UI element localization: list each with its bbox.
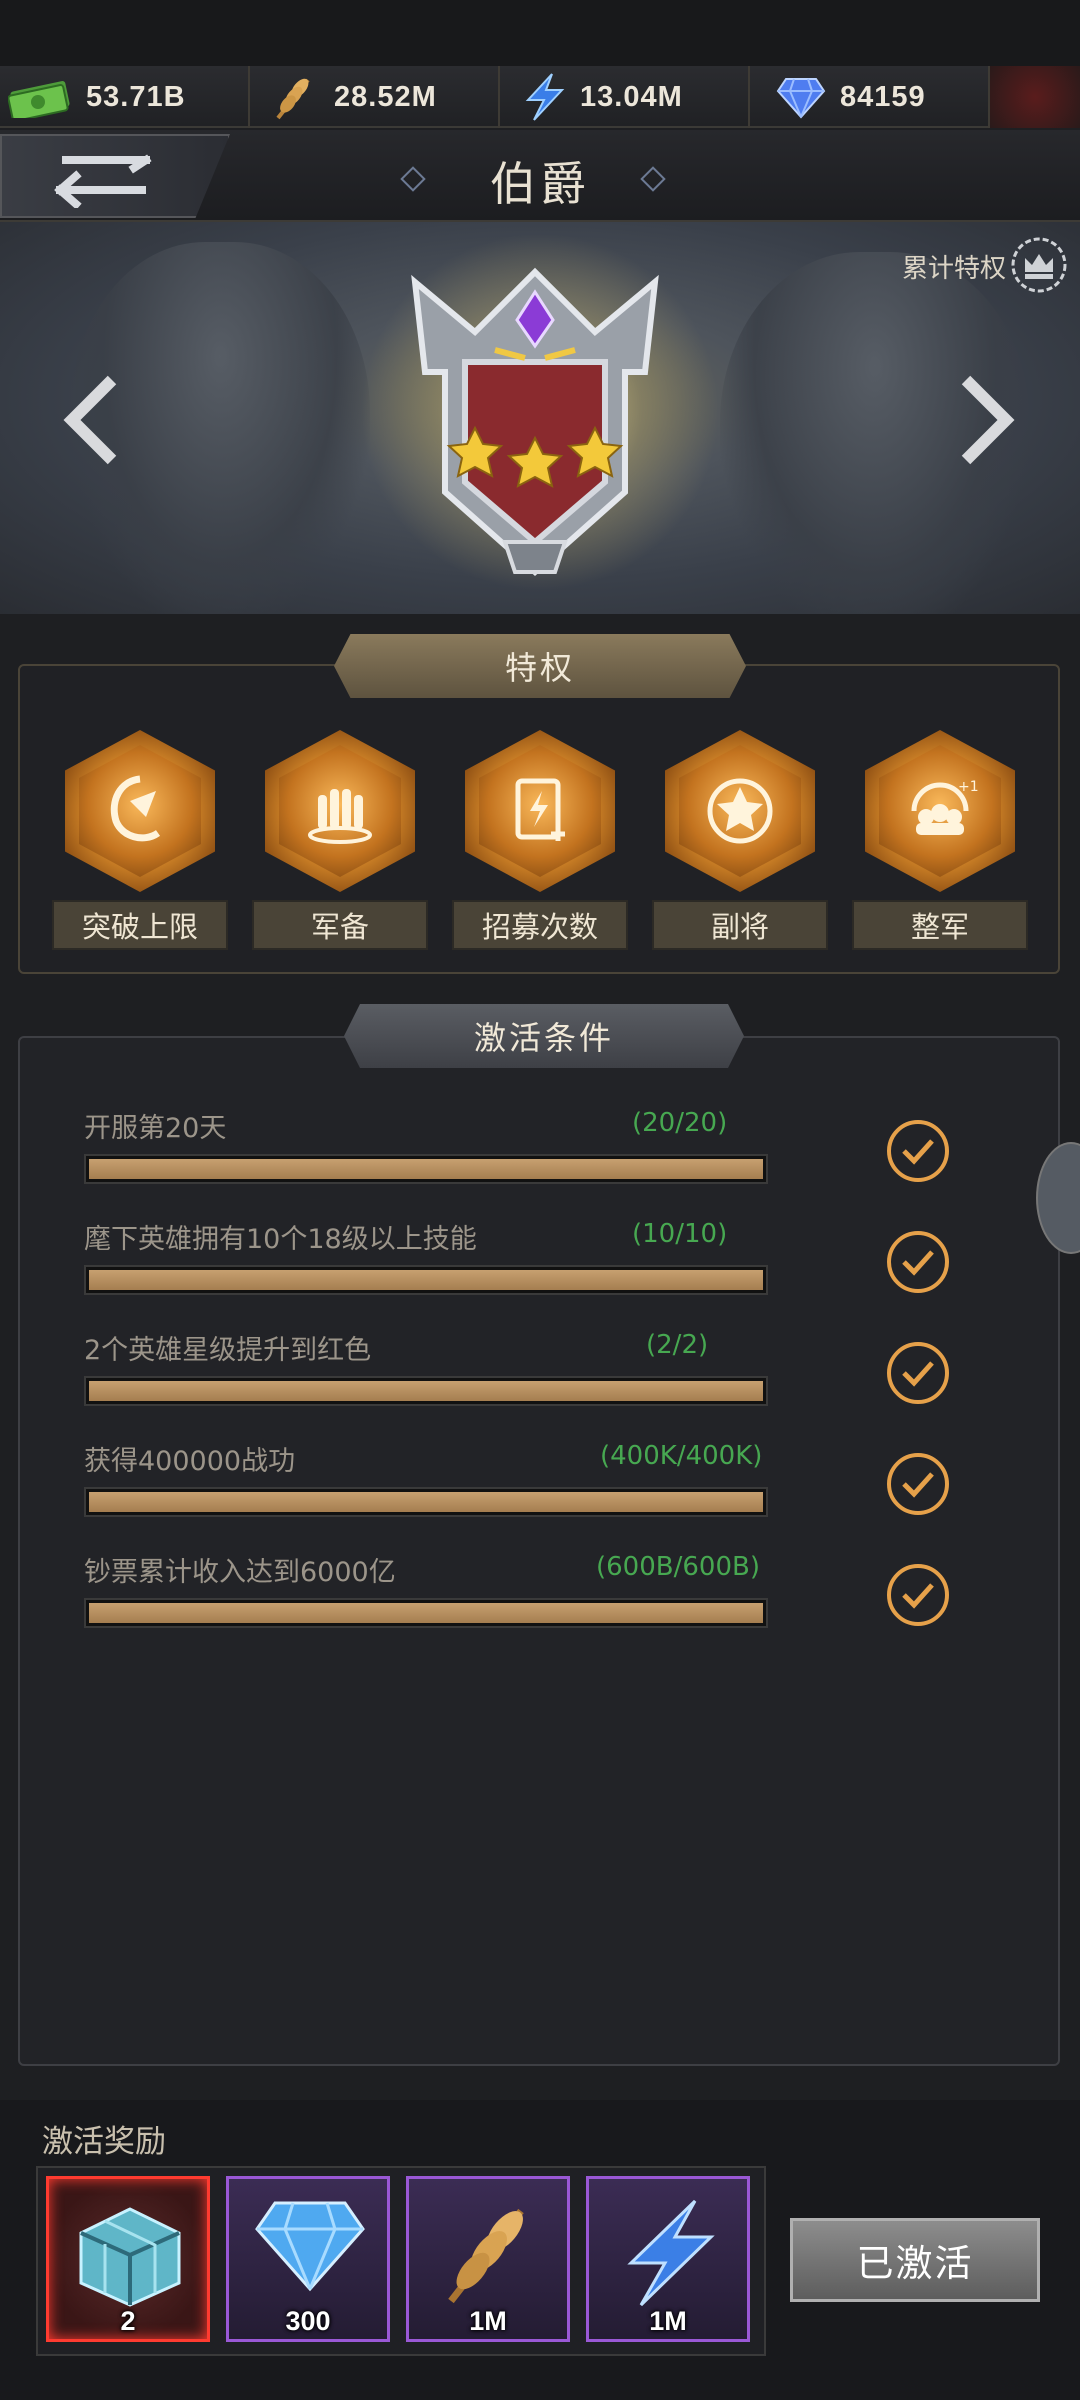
back-button[interactable] xyxy=(0,134,230,218)
reward-qty: 2 xyxy=(120,2306,136,2336)
star-emblem-icon xyxy=(679,745,801,877)
condition-progress-bar xyxy=(84,1487,768,1517)
rank-badge-icon xyxy=(355,242,715,606)
privilege-label: 副将 xyxy=(652,900,828,950)
reward-qty: 1M xyxy=(469,2306,507,2336)
resource-diamond[interactable]: 84159 xyxy=(750,66,990,128)
condition-progress: (400K/400K) xyxy=(600,1441,763,1471)
privilege-item-armament[interactable]: 军备 xyxy=(252,730,428,950)
status-strip xyxy=(0,0,1080,66)
diamond-icon xyxy=(776,75,826,119)
condition-progress-fill xyxy=(89,1492,763,1512)
condition-progress-fill xyxy=(89,1381,763,1401)
lightning-icon xyxy=(522,72,566,122)
condition-progress: (10/10) xyxy=(632,1219,728,1249)
resource-cash[interactable]: 53.71B xyxy=(0,66,250,128)
condition-progress-fill xyxy=(89,1603,763,1623)
check-icon xyxy=(887,1342,949,1404)
next-rank-arrow-icon[interactable] xyxy=(958,370,1018,470)
condition-progress-bar xyxy=(84,1265,768,1295)
resource-energy[interactable]: 13.04M xyxy=(500,66,750,128)
privilege-item-deputy[interactable]: 副将 xyxy=(652,730,828,950)
activated-button-label: 已激活 xyxy=(856,2242,974,2285)
privilege-label: 整军 xyxy=(852,900,1028,950)
armament-icon xyxy=(279,745,401,877)
privilege-label: 招募次数 xyxy=(452,900,628,950)
resource-food[interactable]: 28.52M xyxy=(250,66,500,128)
prev-rank-arrow-icon[interactable] xyxy=(60,370,120,470)
resource-bar: 53.71B 28.52M 13.04M 84159 xyxy=(0,66,1080,128)
back-arrow-icon xyxy=(46,148,156,212)
privilege-item-recruit[interactable]: 招募次数 xyxy=(452,730,628,950)
resource-extra[interactable] xyxy=(990,66,1080,128)
condition-progress: (600B/600B) xyxy=(596,1552,760,1582)
condition-progress-bar xyxy=(84,1376,768,1406)
recruit-card-icon xyxy=(479,745,601,877)
cumulative-privilege-label[interactable]: 累计特权 xyxy=(902,248,1006,285)
condition-progress-bar xyxy=(84,1598,768,1628)
condition-row: 麾下英雄拥有10个18级以上技能 (10/10) xyxy=(84,1217,784,1295)
privilege-item-breakthrough[interactable]: 突破上限 xyxy=(52,730,228,950)
check-icon xyxy=(887,1231,949,1293)
condition-progress-bar xyxy=(84,1154,768,1184)
reward-item-diamond[interactable]: 300 xyxy=(226,2176,390,2342)
check-icon xyxy=(887,1120,949,1182)
cash-icon xyxy=(8,76,72,118)
food-value: 28.52M xyxy=(334,80,437,113)
condition-row: 钞票累计收入达到6000亿 (600B/600B) xyxy=(84,1550,784,1628)
cash-value: 53.71B xyxy=(86,80,186,113)
reward-qty: 300 xyxy=(285,2306,331,2336)
condition-progress-fill xyxy=(89,1270,763,1290)
condition-row: 获得400000战功 (400K/400K) xyxy=(84,1439,784,1517)
svg-text:+1: +1 xyxy=(958,779,979,795)
energy-value: 13.04M xyxy=(580,80,683,113)
conditions-title: 激活条件 xyxy=(473,1019,614,1057)
diamond-value: 84159 xyxy=(840,80,926,113)
privilege-label: 突破上限 xyxy=(52,900,228,950)
condition-progress: (2/2) xyxy=(646,1330,709,1360)
reward-item-food[interactable]: 1M xyxy=(406,2176,570,2342)
wheat-icon xyxy=(270,72,320,122)
privilege-title-ribbon: 特权 xyxy=(334,634,746,698)
reward-title: 激活奖励 xyxy=(42,2124,166,2160)
check-icon xyxy=(887,1453,949,1515)
conditions-title-ribbon: 激活条件 xyxy=(344,1004,744,1068)
condition-row: 2个英雄星级提升到红色 (2/2) xyxy=(84,1328,784,1406)
troops-icon: +1 xyxy=(879,745,1001,877)
check-icon xyxy=(887,1564,949,1626)
condition-progress-fill xyxy=(89,1159,763,1179)
condition-progress: (20/20) xyxy=(632,1108,728,1138)
reward-qty: 1M xyxy=(649,2306,687,2336)
privilege-item-troops[interactable]: +1 整军 xyxy=(852,730,1028,950)
reward-item-crate[interactable]: 2 xyxy=(46,2176,210,2342)
breakthrough-icon xyxy=(79,745,201,877)
crown-icon[interactable] xyxy=(1010,236,1068,298)
activated-button[interactable]: 已激活 xyxy=(790,2218,1040,2302)
page-title: 伯爵 xyxy=(490,157,590,211)
privilege-title: 特权 xyxy=(504,649,575,687)
privilege-label: 军备 xyxy=(252,900,428,950)
condition-row: 开服第20天 (20/20) xyxy=(84,1106,784,1184)
reward-item-energy[interactable]: 1M xyxy=(586,2176,750,2342)
